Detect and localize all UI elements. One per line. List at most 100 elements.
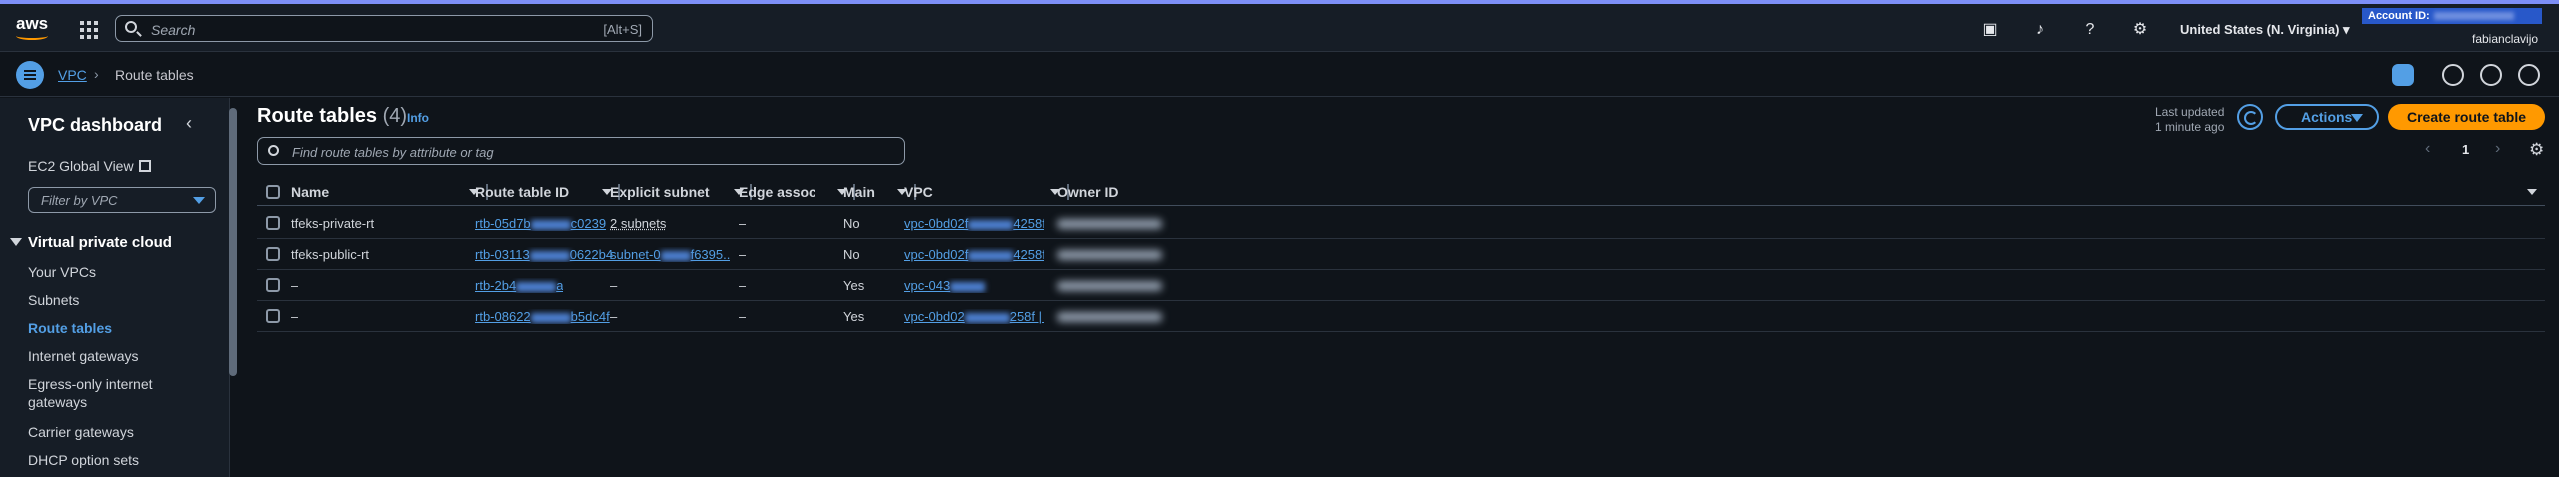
breadcrumb-vpc-link[interactable]: VPC [58,67,87,83]
route-table-id-link[interactable]: rtb-2b4 a [475,278,563,293]
cell-edge-associations: – [739,278,747,293]
caret-down-icon [193,197,205,204]
table-row[interactable]: tfeks-public-rt rtb-03113 0622b4 subnet-0 f6… [257,239,2545,270]
top-navigation: aws Search [Alt+S] ▣ ♪ ? ⚙ United States… [0,4,2559,52]
cell-explicit-subnet-associations[interactable]: subnet-0 f6395... [610,247,730,262]
table-preferences-icon[interactable]: ⚙ [2529,140,2544,160]
cell-explicit-subnet-associations: – [610,278,618,293]
breadcrumb-bar: VPC › Route tables [0,53,2559,97]
breadcrumb-current: Route tables [115,67,194,83]
row-checkbox[interactable] [266,278,280,292]
cell-main: Yes [843,278,865,293]
aws-logo[interactable]: aws [16,14,50,40]
cell-main: Yes [843,309,865,324]
page-title: Route tables (4) [257,105,408,127]
sidebar-item-dhcp-option-sets[interactable]: DHCP option sets [28,451,208,469]
user-menu[interactable]: fabianclavijo [2472,32,2538,46]
sidebar-item-your-vpcs[interactable]: Your VPCs [28,263,208,281]
table-row[interactable]: –rtb-08622b5dc4f––Yesvpc-0bd02258f | tfe… [257,301,2545,332]
settings-gear-icon[interactable]: ⚙ [2130,20,2150,40]
row-checkbox[interactable] [266,247,280,261]
column-main[interactable]: Main [843,184,876,200]
sidebar-item-internet-gateways[interactable]: Internet gateways [28,347,208,365]
cell-name: tfeks-public-rt [291,247,370,262]
table-header: Name Route table ID Explicit subnet associ… [257,178,2545,206]
owner-id-redacted [1057,219,1162,229]
owner-id-redacted [1057,250,1162,260]
external-link-icon [138,160,151,172]
ec2-global-view-link[interactable]: EC2 Global View [28,158,151,174]
cell-main: No [843,247,860,262]
route-table-filter-input[interactable]: Find route tables by attribute or tag [257,137,905,165]
search-icon [268,145,279,156]
caret-down-icon [2351,114,2363,122]
navigation-menu-button[interactable] [16,61,44,89]
column-name[interactable]: Name [291,184,447,200]
vpc-link[interactable]: vpc-0bd02f4258f | tfeks... [904,216,1044,231]
column-vpc[interactable]: VPC [904,184,1029,200]
cell-edge-associations: – [739,309,747,324]
vpc-link[interactable]: vpc-0bd02258f | tfeks... [904,309,1044,324]
column-edge-associations[interactable]: Edge associations [739,184,815,200]
info-panel-icon[interactable] [2442,64,2464,86]
cell-name: – [291,278,299,293]
create-route-table-button[interactable]: Create route table [2388,104,2545,130]
cell-explicit-subnet-associations: – [610,309,618,324]
row-checkbox[interactable] [266,216,280,230]
vpc-filter-select[interactable]: Filter by VPC [28,187,216,213]
sidebar-section-vpc[interactable]: Virtual private cloud [10,234,172,251]
route-table-id-link[interactable]: rtb-03113 0622b4 [475,247,613,262]
table-row[interactable]: tfeks-private-rt rtb-05d7b c0239 2 subnets –… [257,208,2545,239]
cell-explicit-subnet-associations[interactable]: 2 subnets [610,216,730,231]
feedback-icon[interactable] [2518,64,2540,86]
chevron-right-icon: › [94,66,99,82]
pagination: ‹ 1 › ⚙ [2425,140,2545,160]
actions-button[interactable]: Actions [2275,104,2379,130]
search-shortcut: [Alt+S] [603,22,642,37]
last-updated-text: Last updated 1 minute ago [2155,105,2225,134]
page-number[interactable]: 1 [2462,142,2469,157]
table-row[interactable]: – rtb-2b4 a – – Yes vpc-043 [257,270,2545,301]
cell-edge-associations: – [739,247,747,262]
column-owner-id[interactable]: Owner ID [1057,184,1217,200]
owner-id-redacted [1057,281,1162,291]
select-all-checkbox[interactable] [266,185,280,199]
help-icon[interactable]: ? [2080,20,2100,40]
settings-panel-icon[interactable] [2480,64,2502,86]
next-page-icon[interactable]: › [2495,140,2500,158]
refresh-button[interactable] [2237,104,2263,130]
sidebar-item-route-tables[interactable]: Route tables [28,319,208,337]
sidebar-scrollbar[interactable] [229,108,237,376]
column-explicit-subnet-associations[interactable]: Explicit subnet associ... [610,184,711,200]
column-route-table-id[interactable]: Route table ID [475,184,582,200]
search-icon [125,21,137,33]
previous-page-icon[interactable]: ‹ [2425,140,2430,158]
panel-toggle-icon[interactable] [2392,64,2414,86]
cloudshell-icon[interactable]: ▣ [1980,20,2000,40]
services-grid-icon[interactable] [80,21,98,39]
sidebar-item-egress-only-gateways[interactable]: Egress-only internet gateways [28,375,208,411]
row-checkbox[interactable] [266,309,280,323]
route-tables-panel: Route tables (4) Info Last updated 1 minu… [240,98,2559,477]
cell-name: tfeks-private-rt [291,216,375,231]
sidebar-title[interactable]: VPC dashboard [28,115,162,136]
cell-main: No [843,216,860,231]
vpc-link[interactable]: vpc-0bd02f4258f | tfeks... [904,247,1044,262]
cell-name: – [291,309,299,324]
search-placeholder: Search [151,22,196,38]
route-table-id-link[interactable]: rtb-08622 b5dc4f [475,309,610,324]
cell-edge-associations: – [739,216,747,231]
info-link[interactable]: Info [407,111,429,125]
notifications-icon[interactable]: ♪ [2030,20,2050,40]
global-search-input[interactable]: Search [Alt+S] [115,15,653,42]
collapse-sidebar-icon[interactable]: ‹ [186,113,192,134]
owner-id-redacted [1057,312,1162,322]
sidebar-item-carrier-gateways[interactable]: Carrier gateways [28,423,208,441]
sort-icon[interactable] [2527,189,2537,195]
route-table-id-link[interactable]: rtb-05d7b c0239 [475,216,606,231]
account-id-badge[interactable]: Account ID: [2362,8,2542,24]
sidebar: VPC dashboard ‹ EC2 Global View Filter b… [0,98,230,477]
vpc-link[interactable]: vpc-043 [904,278,1044,293]
region-selector[interactable]: United States (N. Virginia) ▾ [2180,22,2350,38]
sidebar-item-subnets[interactable]: Subnets [28,291,208,309]
